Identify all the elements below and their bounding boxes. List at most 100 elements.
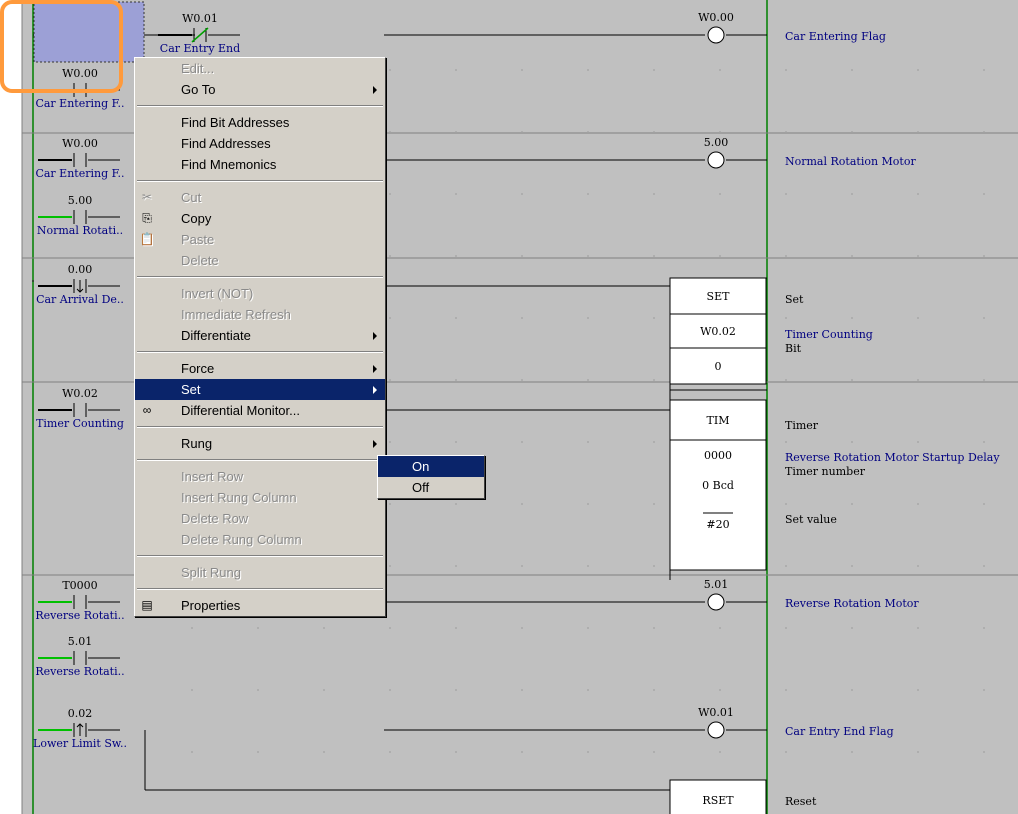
- coil-address: 5.00: [704, 136, 729, 149]
- contact-comment: Timer Counting: [36, 417, 124, 430]
- menu-item-label: Split Rung: [181, 565, 241, 580]
- menu-delete-rung-column[interactable]: Delete Rung Column: [135, 529, 385, 550]
- contact-address: 0.00: [68, 263, 93, 276]
- menu-differential-monitor[interactable]: Differential Monitor... ∞: [135, 400, 385, 421]
- submenu-arrow-icon: [373, 332, 377, 340]
- submenu-arrow-icon: [373, 440, 377, 448]
- contact-comment: Reverse Rotati..: [35, 609, 124, 622]
- menu-item-label: Differential Monitor...: [181, 403, 300, 418]
- tim-bcd: 0 Bcd: [702, 479, 734, 492]
- menu-item-label: On: [412, 459, 430, 474]
- focus-highlight-box: [0, 0, 123, 93]
- menu-item-label: Differentiate: [181, 328, 251, 343]
- properties-icon: ▤: [141, 598, 153, 612]
- menu-item-label: Find Mnemonics: [181, 157, 277, 172]
- menu-force[interactable]: Force: [135, 358, 385, 379]
- menu-item-label: Find Bit Addresses: [181, 115, 290, 130]
- tim-sv-label: Set value: [785, 513, 837, 526]
- contact-address: W0.02: [62, 387, 98, 400]
- menu-properties[interactable]: Properties ▤: [135, 595, 385, 616]
- differential-monitor-icon: ∞: [142, 403, 152, 417]
- coil-comment: Car Entry End Flag: [785, 725, 894, 738]
- menu-item-label: Copy: [181, 211, 212, 226]
- tim-operand-comment: Reverse Rotation Motor Startup Delay: [785, 451, 1000, 464]
- submenu-arrow-icon: [373, 86, 377, 94]
- coil-address: W0.01: [698, 706, 734, 719]
- menu-insert-rung-column[interactable]: Insert Rung Column: [135, 487, 385, 508]
- contact-address: 5.00: [68, 194, 93, 207]
- rset-comment: Reset: [785, 795, 817, 808]
- menu-cut[interactable]: Cut ✂: [135, 187, 385, 208]
- menu-separator: [137, 180, 383, 182]
- menu-item-label: Find Addresses: [181, 136, 271, 151]
- menu-immediate-refresh[interactable]: Immediate Refresh: [135, 304, 385, 325]
- menu-delete[interactable]: Delete: [135, 250, 385, 271]
- menu-item-label: Delete Row: [181, 511, 249, 526]
- context-menu: Edit... Go To Find Bit Addresses Find Addre…: [134, 57, 386, 617]
- menu-split-rung[interactable]: Split Rung: [135, 562, 385, 583]
- coil-comment: Car Entering Flag: [785, 30, 886, 43]
- contact-comment: Lower Limit Sw..: [33, 737, 127, 750]
- set-extra: 0: [715, 360, 722, 373]
- menu-copy[interactable]: Copy ⎘: [135, 208, 385, 229]
- set-comment: Set: [785, 293, 804, 306]
- contact-address: W0.01: [182, 12, 218, 25]
- scissors-icon: ✂: [141, 190, 153, 204]
- coil-comment: Normal Rotation Motor: [785, 155, 916, 168]
- submenu-arrow-icon: [373, 386, 377, 394]
- submenu-on[interactable]: On: [378, 456, 484, 477]
- menu-find-bit-addresses[interactable]: Find Bit Addresses: [135, 112, 385, 133]
- tim-set-value: #20: [706, 518, 729, 531]
- menu-invert-not[interactable]: Invert (NOT): [135, 283, 385, 304]
- contact-comment: Car Entering F..: [35, 97, 124, 110]
- menu-separator: [137, 105, 383, 107]
- coil-comment: Reverse Rotation Motor: [785, 597, 919, 610]
- menu-set[interactable]: Set: [135, 379, 385, 400]
- tim-operand: 0000: [704, 449, 732, 462]
- contact-address: 0.02: [68, 707, 93, 720]
- set-instruction-box[interactable]: SET W0.02 0: [669, 277, 767, 385]
- menu-item-label: Go To: [181, 82, 216, 97]
- contact-comment: Reverse Rotati..: [35, 665, 124, 678]
- menu-go-to[interactable]: Go To: [135, 79, 385, 100]
- menu-item-label: Set: [181, 382, 201, 397]
- menu-edit[interactable]: Edit...: [135, 58, 385, 79]
- menu-item-label: Insert Rung Column: [181, 490, 297, 505]
- menu-rung[interactable]: Rung: [135, 433, 385, 454]
- copy-icon: ⎘: [142, 211, 152, 225]
- menu-item-label: Invert (NOT): [181, 286, 254, 301]
- menu-item-label: Rung: [181, 436, 213, 451]
- contact-address: T0000: [62, 579, 97, 592]
- rset-instruction-box[interactable]: RSET: [669, 779, 767, 814]
- menu-separator: [137, 276, 383, 278]
- menu-item-label: Cut: [181, 190, 202, 205]
- submenu-off[interactable]: Off: [378, 477, 484, 498]
- menu-separator: [137, 588, 383, 590]
- contact-comment: Car Arrival De..: [36, 293, 124, 306]
- set-submenu: On Off: [377, 455, 485, 499]
- menu-item-label: Delete: [181, 253, 219, 268]
- contact-comment: Car Entry End: [160, 42, 240, 55]
- menu-differentiate[interactable]: Differentiate: [135, 325, 385, 346]
- set-instruction: SET: [707, 290, 731, 303]
- menu-separator: [137, 426, 383, 428]
- set-operand: W0.02: [700, 325, 736, 338]
- contact-address: 5.01: [68, 635, 93, 648]
- tim-instruction: TIM: [707, 414, 730, 427]
- menu-insert-row[interactable]: Insert Row: [135, 466, 385, 487]
- menu-paste[interactable]: Paste 📋: [135, 229, 385, 250]
- tim-number-label: Timer number: [785, 465, 866, 478]
- contact-comment: Car Entering F..: [35, 167, 124, 180]
- menu-delete-row[interactable]: Delete Row: [135, 508, 385, 529]
- contact-address: W0.00: [62, 137, 98, 150]
- menu-item-label: Force: [181, 361, 215, 376]
- set-operand-comment: Timer Counting: [785, 328, 873, 341]
- menu-find-mnemonics[interactable]: Find Mnemonics: [135, 154, 385, 175]
- menu-separator: [137, 555, 383, 557]
- menu-find-addresses[interactable]: Find Addresses: [135, 133, 385, 154]
- menu-item-label: Delete Rung Column: [181, 532, 302, 547]
- tim-comment: Timer: [785, 419, 819, 432]
- tim-instruction-box[interactable]: TIM 0000 0 Bcd #20: [669, 399, 767, 571]
- menu-item-label: Edit...: [181, 61, 215, 76]
- paste-icon: 📋: [139, 232, 155, 246]
